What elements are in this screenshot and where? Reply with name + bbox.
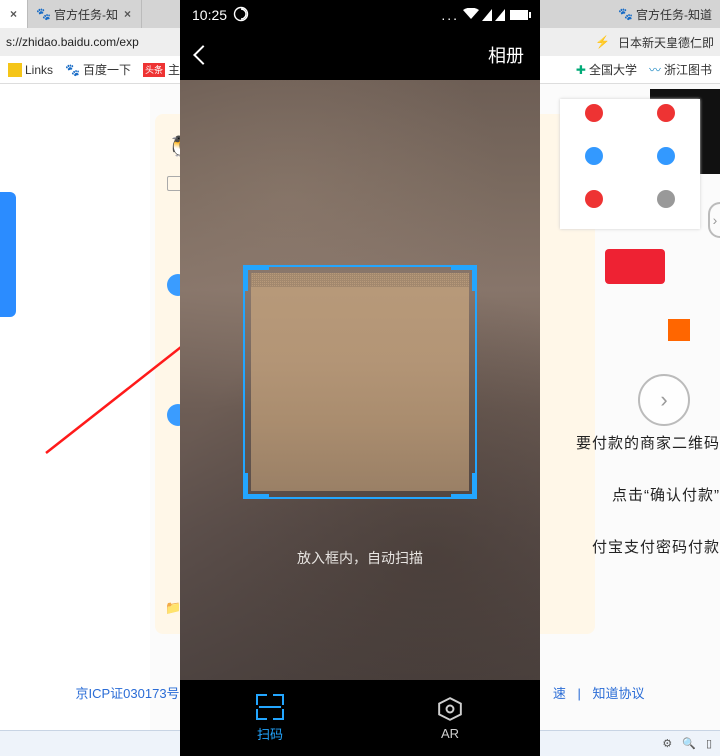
folder-icon: 📁 [165,600,181,616]
grid-item[interactable] [632,147,700,186]
bookmark-label: 全国大学 [589,61,637,78]
univ-icon: ✚ [576,63,586,77]
instruction-line: 付宝支付密码付款 [592,536,720,557]
tab-scan[interactable]: 扫码 [180,680,360,756]
home-icon: 头条 [143,63,165,77]
status-time: 10:25 [192,7,227,23]
dot-icon [657,104,675,122]
grid-item[interactable] [632,190,700,229]
baidu-favicon: 🐾 [618,7,632,21]
battery-icon [510,10,528,20]
dot-icon [585,190,603,208]
signal-icon [495,9,505,21]
bookmark-zjlib[interactable]: 〰 浙江图书 [649,61,712,78]
tab-ar[interactable]: AR [360,680,540,756]
side-tab[interactable] [0,192,16,317]
grid-item[interactable] [560,147,628,186]
dot-icon [657,190,675,208]
frame-corner-icon [451,473,477,499]
baidu-icon: 🐾 [65,63,80,77]
grid-item[interactable] [560,190,628,229]
scan-target-area [251,273,469,491]
footer-agreement[interactable]: 知道协议 [592,686,644,701]
chevron-right-icon: › [660,387,667,413]
tab-title: 官方任务-知 [54,6,118,23]
chevron-left-icon [193,45,213,65]
bookmark-baidu[interactable]: 🐾 百度一下 [65,61,131,78]
dot-icon [657,147,675,165]
footer-icp[interactable]: 京ICP证030173号 [76,686,180,701]
browser-tab[interactable]: × [0,0,28,28]
close-icon[interactable]: × [8,7,19,21]
tab-label: AR [441,726,459,741]
frame-corner-icon [243,265,269,291]
dot-icon [585,104,603,122]
lib-icon: 〰 [649,61,661,78]
camera-viewport: 放入框内，自动扫描 [180,80,540,680]
scan-hint: 放入框内，自动扫描 [180,548,540,568]
wifi-icon [463,7,479,23]
red-envelope[interactable] [605,249,665,284]
bookmark-label: 百度一下 [83,61,131,78]
app-icon-grid [560,99,700,229]
baidu-favicon: 🐾 [36,7,50,21]
scan-icon [256,694,284,720]
close-icon[interactable]: × [122,7,133,21]
netease-icon [233,6,249,25]
status-icon[interactable]: ⚙ [662,737,672,750]
rss-icon[interactable]: ⚡ [595,35,610,49]
bookmark-label: Links [25,63,53,77]
grid-item[interactable] [632,104,700,143]
album-button[interactable]: 相册 [488,42,524,68]
bookmark-links[interactable]: Links [8,63,53,77]
signal-icon [482,9,492,21]
status-icon[interactable]: 🔍 [682,737,696,750]
more-icon: ... [441,7,459,23]
browser-tab[interactable]: 🐾 官方任务-知 × [28,0,142,28]
phone-status-bar: 10:25 ... [180,0,540,30]
bookmark-label: 浙江图书 [664,61,712,78]
orange-badge [668,319,690,341]
grid-item[interactable] [560,104,628,143]
tab-title: 官方任务-知道 [636,6,712,23]
addr-suggestion: 日本新天皇德仁即 [618,34,714,51]
frame-corner-icon [243,473,269,499]
carousel-next-button[interactable]: › [638,374,690,426]
ar-icon [437,696,463,722]
scan-frame [243,265,477,499]
back-button[interactable] [196,48,210,62]
folder-icon [8,63,22,77]
instruction-line: 要付款的商家二维码 [576,432,720,453]
frame-corner-icon [451,265,477,291]
bookmark-univ[interactable]: ✚ 全国大学 [576,61,637,78]
status-icon[interactable]: ▯ [706,737,712,750]
phone-bottom-tabs: 扫码 AR [180,680,540,756]
instruction-line: 点击“确认付款” [612,484,720,505]
phone-screenshot: 10:25 ... 相册 放入框内，自动扫描 [180,0,540,756]
dot-icon [585,147,603,165]
phone-nav-bar: 相册 [180,30,540,80]
footer-fast[interactable]: 速 [553,686,566,701]
tab-label: 扫码 [257,724,283,743]
carousel-next-half[interactable]: › [708,202,720,238]
browser-tab[interactable]: 🐾 官方任务-知道 [610,0,720,28]
